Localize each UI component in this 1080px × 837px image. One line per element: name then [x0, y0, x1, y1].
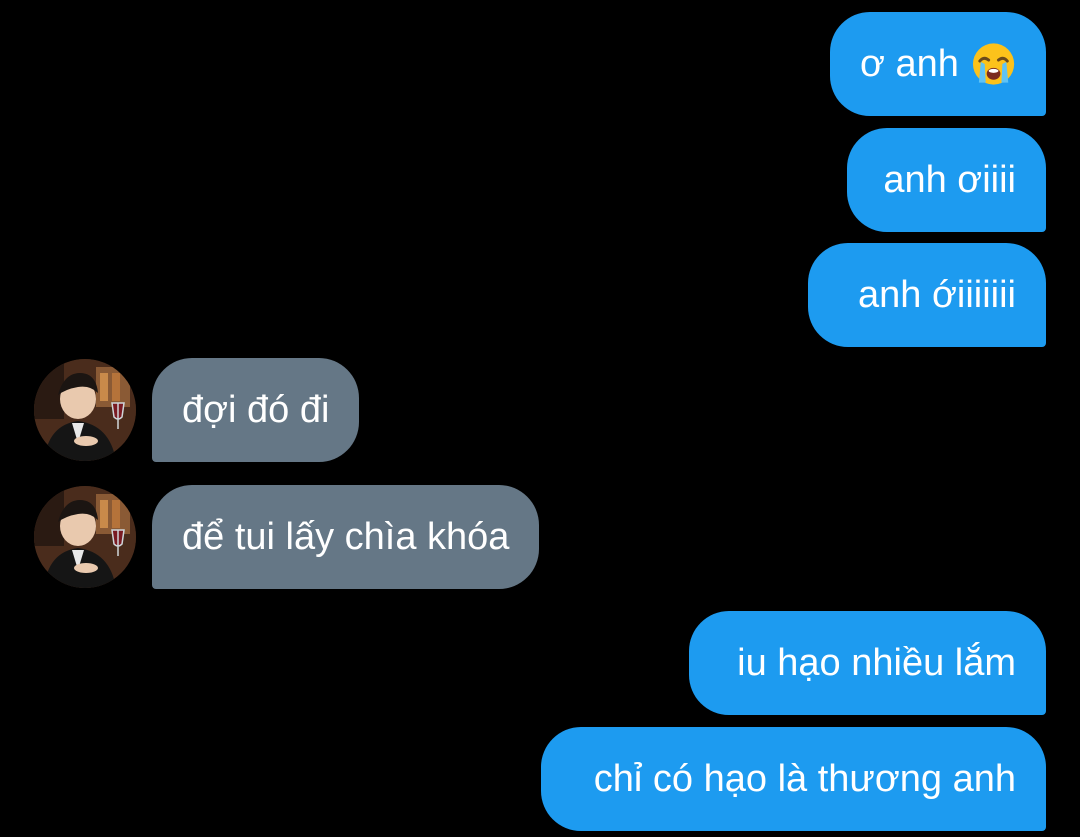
outgoing-message-bubble[interactable]: iu hạo nhiều lắm	[689, 611, 1046, 715]
outgoing-message-bubble[interactable]: anh ớiiiiiii	[808, 243, 1046, 347]
message-text: anh ớiiiiiii	[858, 273, 1016, 316]
loudly-crying-face-emoji-icon	[972, 43, 1015, 85]
message-text: để tui lấy chìa khóa	[182, 515, 510, 558]
message-text: ơ anh	[860, 42, 959, 85]
incoming-message-bubble[interactable]: để tui lấy chìa khóa	[152, 485, 540, 589]
message-text: anh ơiiii	[883, 158, 1016, 201]
outgoing-message-bubble[interactable]: ơ anh	[830, 12, 1046, 116]
outgoing-message-bubble[interactable]: chỉ có hạo là thương anh	[541, 727, 1046, 831]
message-text: chỉ có hạo là thương anh	[593, 757, 1016, 800]
contact-avatar-photo	[34, 359, 136, 461]
contact-avatar[interactable]	[34, 359, 136, 461]
message-text: iu hạo nhiều lắm	[737, 641, 1016, 684]
contact-avatar[interactable]	[34, 486, 136, 588]
message-text: đợi đó đi	[182, 388, 330, 431]
contact-avatar-photo	[34, 486, 136, 588]
incoming-message-bubble[interactable]: đợi đó đi	[152, 358, 360, 462]
outgoing-message-bubble[interactable]: anh ơiiii	[847, 128, 1046, 232]
chat-thread: ơ anh anh ơiiii anh ớiiiiiii đợi đó đi đ…	[0, 0, 1080, 837]
